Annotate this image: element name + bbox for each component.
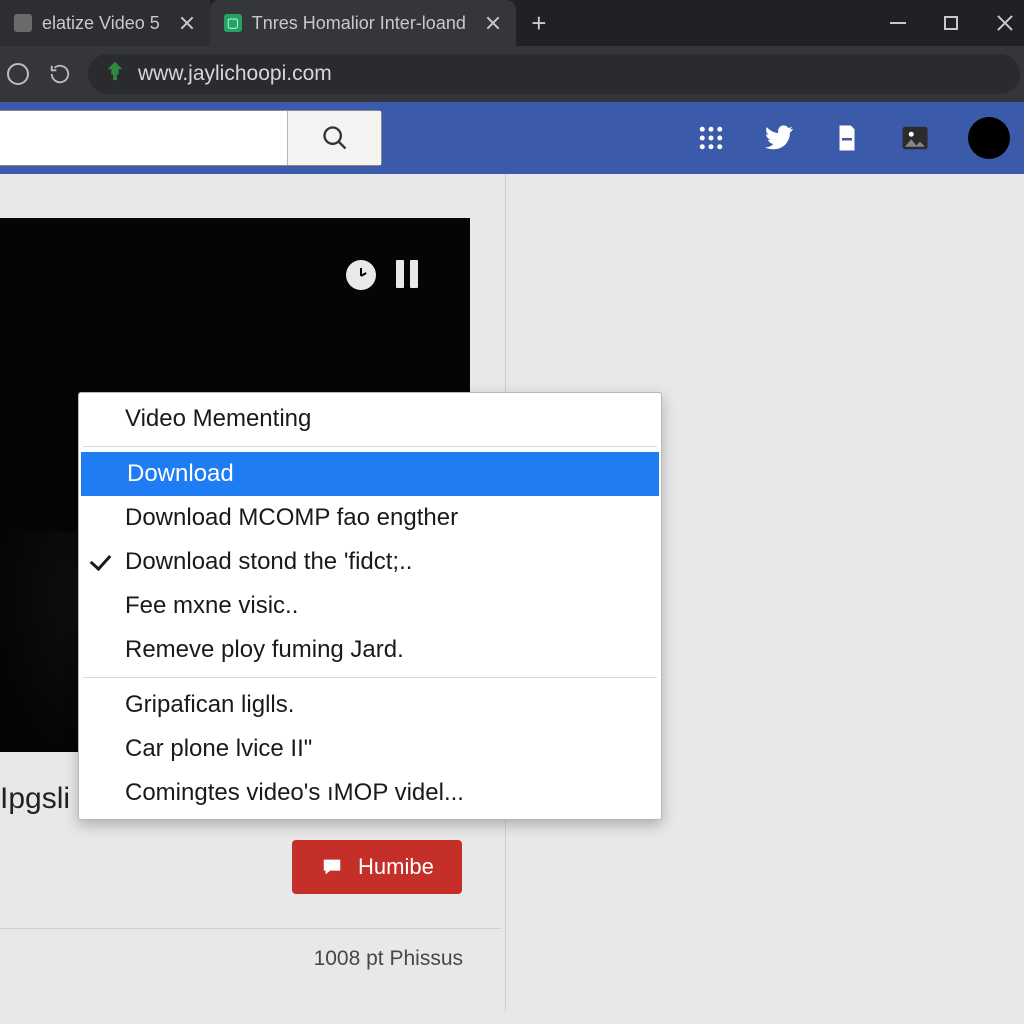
page-root: Ipgsli Humibe 1008 pt Phissus Video Meme…	[0, 102, 1024, 1024]
favicon-icon	[14, 14, 32, 32]
site-identity-icon	[104, 60, 126, 88]
browser-tab-0[interactable]: elatize Video 5	[0, 0, 210, 46]
maximize-icon[interactable]	[944, 16, 958, 30]
context-menu-item-download[interactable]: Download	[81, 452, 659, 496]
chat-icon	[320, 856, 344, 878]
tab-title: elatize Video 5	[42, 13, 160, 34]
url-text: www.jaylichoopi.com	[138, 62, 332, 86]
video-stats: 1008 pt Phissus	[0, 928, 501, 971]
header-icons	[696, 117, 1010, 159]
search-icon	[321, 124, 349, 152]
url-field[interactable]: www.jaylichoopi.com	[88, 54, 1020, 94]
context-menu: Video Mementing Download Download MCOMP …	[78, 392, 662, 820]
favicon-icon: ▢	[224, 14, 242, 32]
avatar[interactable]	[968, 117, 1010, 159]
nav-control-icon[interactable]	[4, 60, 32, 88]
site-search	[0, 110, 382, 166]
context-menu-item[interactable]: Fee mxne visic..	[79, 584, 661, 628]
picture-icon[interactable]	[900, 124, 930, 152]
search-button[interactable]	[287, 111, 381, 165]
context-menu-item[interactable]: Download MCOMP fao engther	[79, 496, 661, 540]
primary-action-label: Humibe	[358, 854, 434, 880]
browser-tab-1[interactable]: ▢ Tnres Homalior Inter-loand	[210, 0, 516, 46]
context-menu-separator	[83, 677, 657, 678]
context-menu-header[interactable]: Video Mementing	[79, 397, 661, 441]
context-menu-item[interactable]: Car plone lvice II"	[79, 727, 661, 771]
document-icon[interactable]	[832, 124, 862, 152]
context-menu-item[interactable]: Comingtes video's ıMOP videl...	[79, 771, 661, 815]
window-close-icon[interactable]	[996, 14, 1014, 32]
close-tab-icon[interactable]	[484, 14, 502, 32]
address-bar: www.jaylichoopi.com	[0, 46, 1024, 102]
context-menu-item[interactable]: Remeve ploy fuming Jard.	[79, 628, 661, 672]
twitter-icon[interactable]	[764, 124, 794, 152]
new-tab-button[interactable]: +	[516, 0, 562, 46]
site-header	[0, 102, 1024, 174]
tab-title: Tnres Homalior Inter-loand	[252, 13, 466, 34]
search-input[interactable]	[0, 111, 287, 165]
context-menu-separator	[83, 446, 657, 447]
reload-icon[interactable]	[46, 60, 74, 88]
watch-later-icon[interactable]	[346, 260, 376, 290]
window-controls	[890, 0, 1024, 46]
context-menu-item[interactable]: Gripafican liglls.	[79, 683, 661, 727]
apps-grid-icon[interactable]	[696, 124, 726, 152]
context-menu-item-checked[interactable]: Download stond the 'fidct;..	[79, 540, 661, 584]
tab-strip: elatize Video 5 ▢ Tnres Homalior Inter-l…	[0, 0, 1024, 46]
minimize-icon[interactable]	[890, 22, 906, 24]
close-tab-icon[interactable]	[178, 14, 196, 32]
primary-action-button[interactable]: Humibe	[292, 840, 462, 894]
